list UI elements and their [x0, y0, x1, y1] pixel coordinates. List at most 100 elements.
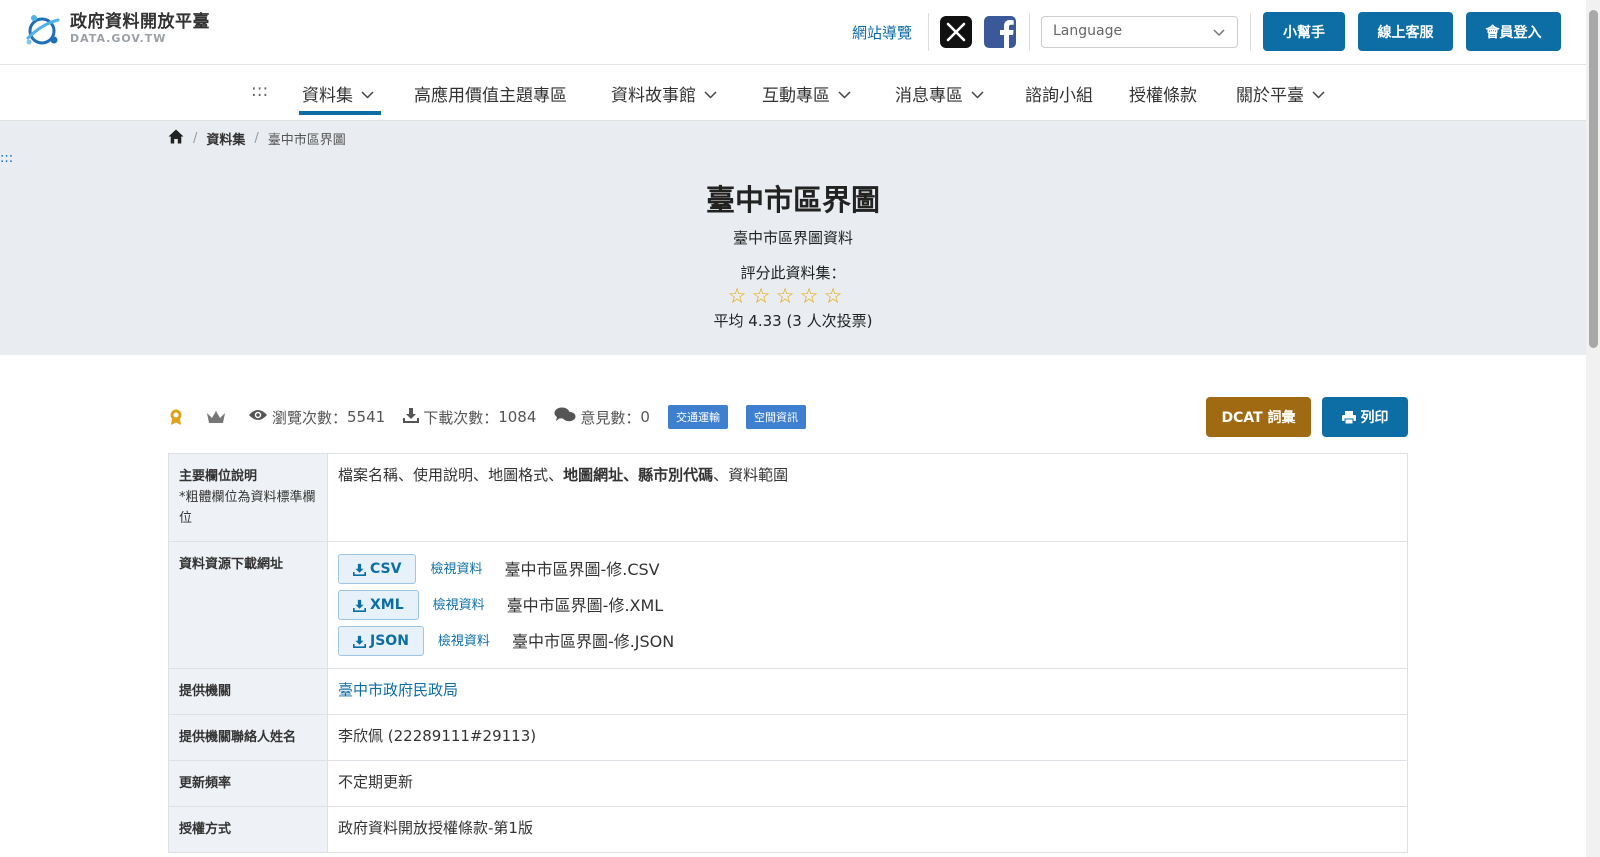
download-format: XML [370, 596, 404, 613]
star-icon[interactable]: ☆ [775, 285, 795, 307]
breadcrumb-separator: / [254, 131, 259, 146]
resource-item: CSV 檢視資料 臺中市區界圖-修.CSV [338, 551, 1397, 587]
chevron-down-icon [838, 84, 851, 104]
helper-button[interactable]: 小幫手 [1263, 12, 1345, 51]
view-data-link[interactable]: 檢視資料 [430, 559, 482, 580]
field-name: 檔案名稱 [338, 466, 399, 484]
resource-item: XML 檢視資料 臺中市區界圖-修.XML [338, 587, 1397, 623]
x-twitter-icon[interactable] [940, 16, 972, 48]
nav-item-stories[interactable]: 資料故事館 [611, 81, 717, 106]
award-icon [168, 408, 188, 426]
views-count: 5541 [347, 408, 386, 426]
breadcrumb: / 資料集 / 臺中市區界圖 [168, 129, 346, 148]
comments-stat: 意見數： 0 [554, 407, 650, 428]
org-value: 臺中市政府民政局 [327, 668, 1408, 715]
field-name: 地圖格式 [488, 466, 549, 484]
nav-item-label: 資料集 [302, 86, 353, 106]
nav-item-advisory[interactable]: 諮詢小組 [1025, 81, 1093, 106]
tag-spatial[interactable]: 空間資訊 [745, 405, 806, 429]
resources-value: CSV 檢視資料 臺中市區界圖-修.CSV XML 檢視資料 臺中市區界圖-修.… [327, 541, 1408, 669]
nav-item-interactive[interactable]: 互動專區 [762, 81, 851, 106]
chevron-down-icon [1312, 84, 1325, 104]
resource-name: 臺中市區界圖-修.CSV [504, 559, 660, 579]
home-icon[interactable] [168, 129, 184, 148]
main-navigation: ::: 資料集 高應用價值主題專區 資料故事館 互動專區 消息專區 諮詢小組 授… [0, 65, 1586, 121]
chevron-down-icon [361, 84, 374, 104]
nav-item-about[interactable]: 關於平臺 [1236, 81, 1325, 106]
download-icon [353, 563, 370, 576]
license-key: 授權方式 [168, 806, 328, 853]
logo-subtitle: DATA.GOV.TW [70, 32, 167, 45]
contact-value: 李欣佩 (22289111#29113) [327, 714, 1408, 761]
nav-active-indicator [299, 111, 381, 115]
site-logo[interactable]: 政府資料開放平臺 DATA.GOV.TW [24, 12, 210, 48]
comments-label: 意見數： [580, 408, 641, 427]
rating-label: 評分此資料集： [740, 264, 846, 282]
contact-key: 提供機關聯絡人姓名 [168, 714, 328, 761]
chevron-down-icon [704, 84, 717, 104]
frequency-key: 更新頻率 [168, 760, 328, 807]
star-icon[interactable]: ☆ [823, 285, 843, 307]
downloads-label: 下載次數： [423, 408, 499, 427]
scrollbar-thumb[interactable] [1589, 10, 1598, 348]
sitemap-link[interactable]: 網站導覽 [852, 22, 912, 43]
nav-item-license[interactable]: 授權條款 [1129, 81, 1197, 106]
table-key: 主要欄位說明 *粗體欄位為資料標準欄位 [168, 453, 328, 542]
dataset-info-table: 主要欄位說明 *粗體欄位為資料標準欄位 檔案名稱、使用說明、地圖格式、地圖網址、… [168, 453, 1408, 853]
fields-value: 檔案名稱、使用說明、地圖格式、地圖網址、縣市別代碼、資料範圍 [327, 453, 1408, 542]
comments-icon [554, 407, 580, 427]
field-name: 資料範圍 [728, 466, 789, 484]
breadcrumb-separator: / [193, 131, 198, 146]
facebook-icon[interactable] [984, 16, 1016, 48]
nav-item-label: 高應用價值主題專區 [414, 86, 567, 106]
logo-globe-icon [24, 12, 62, 48]
language-select[interactable]: Language [1041, 16, 1238, 48]
dataset-subtitle: 臺中市區界圖資料 [732, 229, 853, 247]
online-support-button[interactable]: 線上客服 [1358, 12, 1453, 51]
views-stat: 瀏覽次數： 5541 [248, 407, 385, 428]
download-json-button[interactable]: JSON [338, 626, 424, 656]
download-format: CSV [370, 560, 402, 577]
dcat-vocabulary-button[interactable]: DCAT 詞彙 [1206, 397, 1311, 437]
downloads-count: 1084 [498, 408, 537, 426]
star-icon[interactable]: ☆ [799, 285, 819, 307]
license-value: 政府資料開放授權條款-第1版 [327, 806, 1408, 853]
tag-transport[interactable]: 交通運輸 [667, 405, 728, 429]
print-button[interactable]: 列印 [1322, 397, 1408, 437]
logo-title: 政府資料開放平臺 [70, 12, 210, 32]
downloads-stat: 下載次數： 1084 [403, 407, 536, 428]
page-scrollbar[interactable] [1586, 0, 1600, 857]
download-icon [353, 599, 370, 612]
rating-average: 平均 4.33 (3 人次投票) [713, 312, 873, 330]
org-key: 提供機關 [168, 668, 328, 715]
view-data-link[interactable]: 檢視資料 [433, 595, 485, 616]
dataset-stats: 瀏覽次數： 5541 下載次數： 1084 意見數： 0 交通運輸 空間資訊 [168, 405, 824, 429]
table-row: 提供機關聯絡人姓名 李欣佩 (22289111#29113) [168, 714, 1408, 761]
nav-item-news[interactable]: 消息專區 [895, 81, 984, 106]
download-icon [353, 635, 370, 648]
rating-stars: ☆ ☆ ☆ ☆ ☆ [727, 285, 843, 307]
download-icon [403, 407, 423, 427]
print-button-label: 列印 [1360, 410, 1389, 426]
download-xml-button[interactable]: XML [338, 590, 419, 620]
member-login-button[interactable]: 會員登入 [1466, 12, 1561, 51]
chevron-down-icon [1213, 25, 1225, 41]
comments-count: 0 [640, 408, 650, 426]
download-csv-button[interactable]: CSV [338, 554, 417, 584]
dataset-hero: / 資料集 / 臺中市區界圖 ::: 臺中市區界圖 臺中市區界圖資料 評分此資料… [0, 121, 1586, 355]
crown-icon [206, 409, 230, 425]
org-link[interactable]: 臺中市政府民政局 [338, 681, 458, 699]
star-icon[interactable]: ☆ [727, 285, 747, 307]
nav-item-high-value[interactable]: 高應用價值主題專區 [414, 81, 567, 106]
divider [1250, 13, 1251, 51]
nav-item-label: 資料故事館 [611, 86, 696, 106]
breadcrumb-datasets[interactable]: 資料集 [206, 129, 245, 148]
content-skip-anchor[interactable]: ::: [0, 151, 13, 166]
resources-key: 資料資源下載網址 [168, 541, 328, 669]
field-name: 使用說明 [413, 466, 474, 484]
nav-skip-anchor[interactable]: ::: [251, 81, 268, 101]
nav-item-datasets[interactable]: 資料集 [302, 81, 374, 106]
fields-key: 主要欄位說明 [179, 469, 258, 484]
star-icon[interactable]: ☆ [751, 285, 771, 307]
view-data-link[interactable]: 檢視資料 [438, 631, 490, 652]
